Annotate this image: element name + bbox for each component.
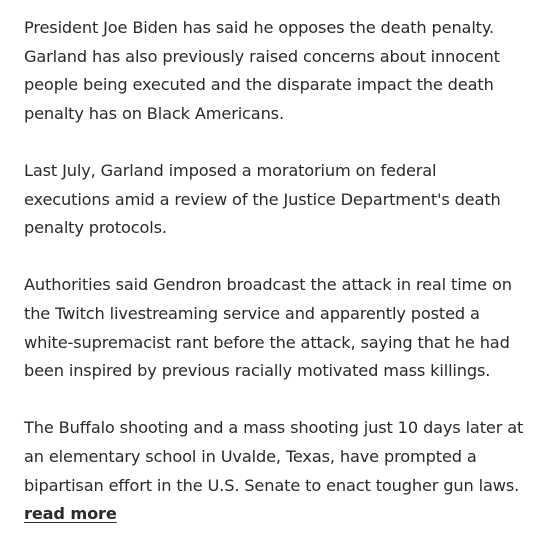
article-body: President Joe Biden has said he opposes … bbox=[24, 14, 524, 529]
article-paragraph-buffalo: The Buffalo shooting and a mass shooting… bbox=[24, 418, 524, 495]
article-paragraph-gendron: Authorities said Gendron broadcast the a… bbox=[24, 275, 512, 381]
article-paragraph-moratorium: Last July, Garland imposed a moratorium … bbox=[24, 160, 501, 238]
read-more-link[interactable]: read more bbox=[24, 500, 117, 529]
article-paragraph-biden: President Joe Biden has said he opposes … bbox=[24, 18, 500, 123]
